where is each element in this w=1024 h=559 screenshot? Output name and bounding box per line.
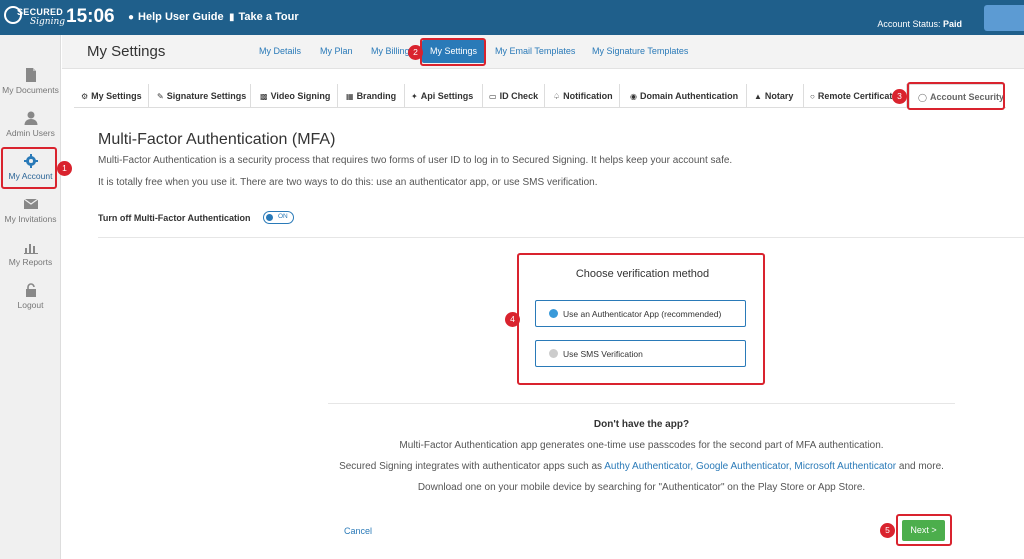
highlight-account-security	[907, 82, 1005, 110]
gear-icon: ⚙	[81, 92, 89, 101]
lightbulb-icon: ○	[810, 92, 815, 101]
highlight-verification-method	[517, 253, 765, 385]
app-info-line-2: Secured Signing integrates with authenti…	[339, 461, 944, 472]
envelope-icon	[23, 198, 38, 209]
highlight-my-settings-tab	[420, 38, 486, 66]
subtab-my-settings[interactable]: ⚙ My Settings	[81, 84, 149, 108]
callout-badge-3: 3	[892, 89, 907, 104]
subtab-api-settings[interactable]: ✦ Api Settings	[411, 84, 483, 108]
tab-my-plan[interactable]: My Plan	[320, 46, 353, 56]
secured-signing-logo[interactable]: SECURED Signing	[4, 4, 65, 31]
mfa-toggle-label: Turn off Multi-Factor Authentication	[98, 213, 251, 223]
sidebar: My Documents Admin Users My Account My I…	[0, 35, 61, 559]
authy-authenticator-link[interactable]: Authy Authenticator,	[604, 461, 693, 472]
bell-icon: ♤	[553, 92, 561, 101]
settings-subtabs: ⚙ My Settings ✎ Signature Settings ▩ Video …	[74, 84, 1006, 108]
bar-chart-icon	[23, 244, 38, 254]
microsoft-authenticator-link[interactable]: Microsoft Authenticator	[794, 461, 896, 472]
sidebar-item-my-reports[interactable]: My Reports	[0, 235, 61, 277]
take-a-tour-link[interactable]: ▮ Take a Tour	[229, 11, 299, 23]
lock-icon	[25, 283, 36, 297]
tab-my-email-templates[interactable]: My Email Templates	[495, 46, 575, 56]
callout-badge-2: 2	[408, 45, 423, 60]
subtab-video-signing[interactable]: ▩ Video Signing	[260, 84, 338, 108]
sidebar-item-admin-users[interactable]: Admin Users	[0, 106, 61, 148]
subtab-notification[interactable]: ♤ Notification	[553, 84, 620, 108]
wrench-icon: ✦	[411, 92, 418, 101]
tab-my-billing[interactable]: My Billing	[371, 46, 410, 56]
video-file-icon: ▩	[260, 92, 268, 101]
tab-my-signature-templates[interactable]: My Signature Templates	[592, 46, 688, 56]
logo-text-secured: SECURED	[17, 7, 64, 17]
top-bar: SECURED Signing 15:06 ● Help User Guide ▮…	[0, 0, 1024, 35]
highlight-next-button	[896, 514, 952, 546]
logo-text-signing: Signing	[30, 17, 66, 27]
toggle-knob	[266, 214, 273, 221]
subtab-domain-authentication[interactable]: ◉ Domain Authentication	[630, 84, 747, 108]
page-header: My Settings My Details My Plan My Billin…	[62, 35, 1024, 69]
section-divider	[98, 237, 1024, 238]
sidebar-item-my-documents[interactable]: My Documents	[0, 63, 61, 105]
app-info-line-1: Multi-Factor Authentication app generate…	[399, 440, 884, 451]
callout-badge-5: 5	[880, 523, 895, 538]
help-user-guide-link[interactable]: ● Help User Guide	[128, 11, 224, 23]
tab-my-details[interactable]: My Details	[259, 46, 301, 56]
highlight-my-account	[1, 147, 57, 189]
grid-icon: ▦	[346, 92, 354, 101]
user-icon	[24, 111, 37, 125]
callout-badge-1: 1	[57, 161, 72, 176]
subtab-branding[interactable]: ▦ Branding	[346, 84, 405, 108]
dont-have-app-heading: Don't have the app?	[593, 419, 690, 430]
app-info-line-3: Download one on your mobile device by se…	[417, 482, 866, 493]
subtab-notary[interactable]: ▲ Notary	[754, 84, 804, 108]
globe-icon: ◉	[630, 92, 637, 101]
account-status: Account Status: Paid	[877, 19, 962, 29]
id-card-icon: ▭	[489, 92, 497, 101]
user-menu-button[interactable]	[984, 5, 1024, 31]
google-authenticator-link[interactable]: Google Authenticator,	[696, 461, 792, 472]
subtab-id-check[interactable]: ▭ ID Check	[489, 84, 545, 108]
info-divider	[328, 403, 955, 404]
lightbulb-icon: ●	[128, 12, 135, 23]
stamp-icon: ▲	[754, 92, 762, 101]
sidebar-item-logout[interactable]: Logout	[0, 278, 61, 320]
mfa-description-2: It is totally free when you use it. Ther…	[98, 177, 598, 188]
subtab-signature-settings[interactable]: ✎ Signature Settings	[157, 84, 251, 108]
cancel-link[interactable]: Cancel	[344, 526, 372, 536]
clock: 15:06	[66, 6, 115, 27]
toggle-state: ON	[278, 213, 288, 220]
callout-badge-4: 4	[505, 312, 520, 327]
document-icon	[25, 68, 36, 82]
sidebar-item-my-invitations[interactable]: My Invitations	[0, 192, 61, 234]
mfa-description-1: Multi-Factor Authentication is a securit…	[98, 155, 733, 166]
book-icon: ▮	[229, 12, 235, 23]
mfa-toggle-switch[interactable]: ON	[263, 211, 294, 224]
mfa-title: Multi-Factor Authentication (MFA)	[98, 131, 336, 148]
pencil-icon: ✎	[157, 92, 164, 101]
page-title: My Settings	[87, 43, 166, 60]
